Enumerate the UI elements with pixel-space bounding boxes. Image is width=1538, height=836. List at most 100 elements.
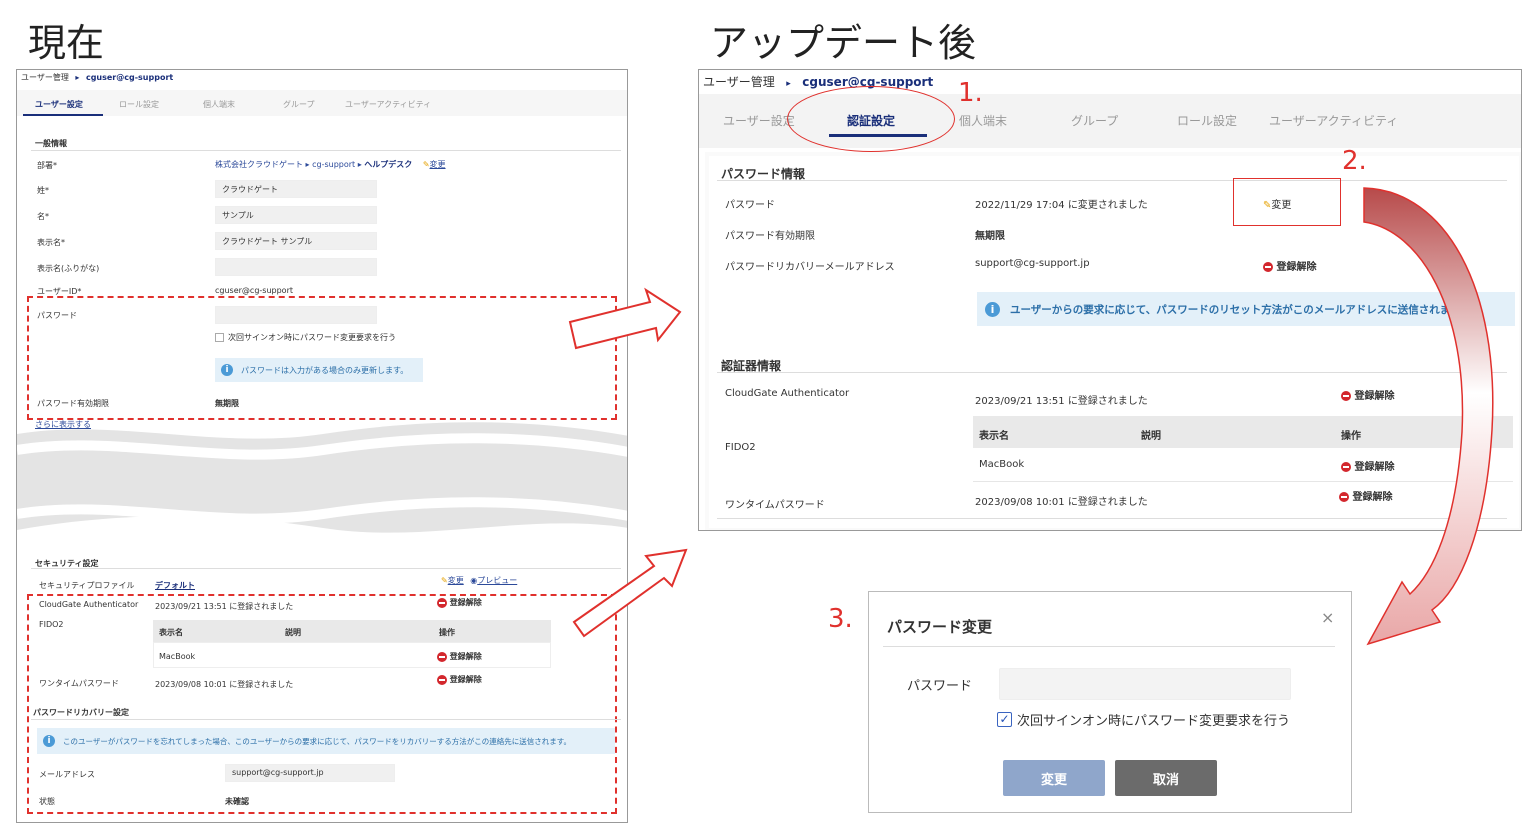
preview-link[interactable]: ◉プレビュー (470, 576, 517, 585)
last-name-label: 姓* (37, 186, 49, 195)
fido-row-name: MacBook (159, 652, 196, 661)
dialog-cancel-button[interactable]: 取消 (1115, 760, 1217, 796)
password-info-bar: i パスワードは入力がある場合のみ更新します。 (215, 358, 423, 382)
password-label: パスワード (725, 200, 775, 211)
arrow-right-icon (568, 287, 682, 350)
breadcrumb-parent[interactable]: ユーザー管理 (703, 75, 775, 89)
close-icon[interactable]: × (1321, 608, 1334, 627)
cga-value: 2023/09/21 13:51 に登録されました (155, 602, 294, 611)
password-change-dialog: パスワード変更 × パスワード ✓ 次回サインオン時にパスワード変更要求を行う … (868, 591, 1352, 813)
display-name-label: 表示名* (37, 238, 65, 247)
tab-role-settings[interactable]: ロール設定 (1177, 112, 1237, 129)
fido-col-name: 表示名 (979, 431, 1009, 442)
divider (883, 646, 1335, 647)
fido-unregister[interactable]: 登録解除 (437, 651, 482, 662)
info-icon: i (43, 735, 55, 747)
fido-col-desc: 説明 (285, 628, 301, 637)
fido-col-action: 操作 (439, 628, 455, 637)
recovery-email-input[interactable]: support@cg-support.jp (225, 764, 395, 782)
first-name-input[interactable]: サンプル (215, 206, 377, 224)
remove-icon (1263, 262, 1273, 272)
dialog-checkbox-row[interactable]: ✓ 次回サインオン時にパスワード変更要求を行う (997, 710, 1290, 729)
label-current: 現在 (28, 21, 105, 65)
divider (31, 719, 621, 720)
dialog-password-input[interactable] (999, 668, 1291, 700)
recovery-info-bar: i このユーザーがパスワードを忘れてしまった場合、このユーザーからの要求に応じて… (37, 728, 615, 754)
pencil-icon: ✎ (441, 576, 448, 585)
otp-unregister[interactable]: 登録解除 (437, 674, 482, 685)
dept-label: 部署* (37, 161, 57, 170)
fido-col-name: 表示名 (159, 628, 183, 637)
expiry-label: パスワード有効期限 (37, 399, 109, 408)
tab-user-settings[interactable]: ユーザー設定 (723, 112, 795, 129)
change-request-checkbox-label: 次回サインオン時にパスワード変更要求を行う (228, 333, 396, 342)
tab-personal-device[interactable]: 個人端末 (959, 112, 1007, 129)
fido-row-name: MacBook (979, 459, 1025, 470)
tab-group[interactable]: グループ (283, 99, 315, 110)
highlight-ellipse (787, 86, 955, 152)
change-request-checkbox[interactable] (215, 333, 224, 342)
recovery-email-label: メールアドレス (39, 770, 95, 779)
fido-label: FIDO2 (725, 442, 756, 453)
general-info-title: 一般情報 (35, 139, 67, 148)
dept-path: 株式会社クラウドゲート ▸ cg-support ▸ ヘルプデスク ✎変更 (215, 159, 446, 170)
dialog-password-label: パスワード (907, 679, 973, 694)
change-request-checkbox-row[interactable]: 次回サインオン時にパスワード変更要求を行う (215, 332, 396, 343)
password-label: パスワード (37, 311, 77, 320)
remove-icon (437, 651, 447, 662)
dept-separator: ▸ (305, 160, 310, 169)
dept-helpdesk: ヘルプデスク (364, 160, 413, 169)
divider (31, 150, 621, 151)
breadcrumb-current: cguser@cg-support (85, 73, 174, 82)
password-edit-link[interactable]: ✎変更 (1263, 196, 1291, 211)
info-icon: i (985, 301, 1000, 317)
recovery-status-value: 未確認 (225, 797, 249, 806)
cga-unregister[interactable]: 登録解除 (437, 597, 482, 608)
expiry-value: 無期限 (975, 231, 1005, 242)
dialog-checkbox[interactable]: ✓ (997, 712, 1012, 727)
dept-company-link[interactable]: 株式会社クラウドゲート (215, 160, 303, 169)
otp-label: ワンタイムパスワード (39, 679, 119, 688)
step-3-label: 3. (828, 604, 853, 634)
recovery-email-label: パスワードリカバリーメールアドレス (725, 262, 895, 273)
dialog-title: パスワード変更 (887, 618, 993, 636)
expiry-value: 無期限 (215, 399, 239, 408)
cga-value: 2023/09/21 13:51 に登録されました (975, 396, 1148, 407)
password-info-text: パスワードは入力がある場合のみ更新します。 (241, 365, 409, 375)
dept-cg-support-link[interactable]: cg-support (312, 160, 355, 169)
tab-user-activity[interactable]: ユーザーアクティビティ (1269, 112, 1398, 129)
last-name-input[interactable]: クラウドゲート (215, 180, 377, 198)
arrow-right-icon (572, 548, 688, 638)
expiry-label: パスワード有効期限 (725, 231, 815, 242)
recovery-unregister[interactable]: 登録解除 (1263, 258, 1316, 273)
tab-user-activity[interactable]: ユーザーアクティビティ (345, 99, 431, 110)
tab-user-settings[interactable]: ユーザー設定 (35, 99, 83, 110)
tab-personal-device[interactable]: 個人端末 (203, 99, 235, 110)
tab-group[interactable]: グループ (1071, 112, 1118, 129)
dialog-checkbox-label: 次回サインオン時にパスワード変更要求を行う (1017, 714, 1291, 729)
pencil-icon: ✎ (422, 160, 430, 169)
cga-label: CloudGate Authenticator (725, 388, 850, 399)
tab-active-indicator (23, 114, 103, 116)
breadcrumb-parent[interactable]: ユーザー管理 (21, 73, 69, 82)
step-1-label: 1. (958, 78, 983, 108)
breadcrumb: ユーザー管理 ▸ cguser@cg-support (21, 72, 173, 83)
first-name-label: 名* (37, 212, 49, 221)
password-input[interactable] (215, 306, 377, 324)
security-edit-link[interactable]: ✎変更 (441, 576, 464, 585)
breadcrumb-separator: ▸ (786, 79, 791, 89)
remove-icon (1339, 492, 1349, 502)
tab-role-settings[interactable]: ロール設定 (119, 99, 159, 110)
furigana-input[interactable] (215, 258, 377, 276)
display-name-input[interactable]: クラウドゲート サンプル (215, 232, 377, 250)
edit-link[interactable]: ✎変更 (423, 160, 446, 169)
dialog-submit-button[interactable]: 変更 (1003, 760, 1105, 796)
tab-bar (17, 90, 627, 116)
fido-table-header (153, 620, 551, 642)
recovery-email-value: support@cg-support.jp (975, 258, 1090, 269)
fido-table-row (153, 642, 551, 668)
security-profile-value[interactable]: デフォルト (155, 580, 195, 591)
recovery-status-label: 状態 (39, 797, 55, 806)
remove-icon (437, 597, 447, 608)
otp-value: 2023/09/08 10:01 に登録されました (155, 680, 294, 689)
